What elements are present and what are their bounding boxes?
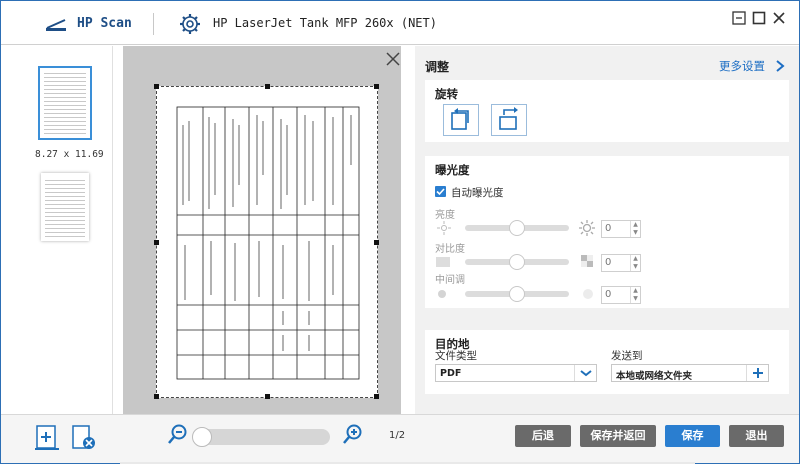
exposure-title: 曝光度 <box>435 163 470 177</box>
exposure-section: 曝光度 自动曝光度 亮度 0 ▲ ▼ 对比度 0 ▲ ▼ 中间调 0 ▲ ▼ <box>425 156 789 308</box>
contrast-low-icon <box>436 257 450 267</box>
send-to-label: 发送到 <box>611 350 643 362</box>
crop-handle[interactable] <box>374 84 379 89</box>
contrast-value: 0 <box>605 257 612 268</box>
contrast-slider-knob[interactable] <box>509 254 525 270</box>
auto-exposure-checkbox[interactable] <box>435 186 446 197</box>
settings-panel: 调整 更多设置 旋转 曝光度 自动曝光度 亮度 0 ▲ ▼ 对比度 0 ▲ ▼ … <box>415 46 799 414</box>
send-to-select[interactable]: 本地或网络文件夹 <box>611 364 769 382</box>
contrast-label: 对比度 <box>435 244 465 255</box>
scanner-icon <box>46 19 66 31</box>
chevron-right-icon[interactable] <box>775 60 785 72</box>
midtone-value-input[interactable]: 0 ▲ ▼ <box>601 286 641 304</box>
page-size-label: 8.27 x 11.69 <box>35 149 104 160</box>
brightness-label: 亮度 <box>435 210 455 221</box>
file-type-label: 文件类型 <box>435 350 477 362</box>
midtone-dark-icon <box>438 290 446 298</box>
save-and-return-button[interactable]: 保存并返回 <box>580 425 656 447</box>
minimize-icon[interactable] <box>732 11 746 25</box>
zoom-out-icon[interactable] <box>167 423 189 445</box>
maximize-icon[interactable] <box>752 11 766 25</box>
file-type-value: PDF <box>440 368 462 379</box>
bottom-toolbar: 1/2 后退 保存并返回 保存 退出 <box>1 414 799 463</box>
rotate-title: 旋转 <box>435 87 458 101</box>
save-button[interactable]: 保存 <box>665 425 720 447</box>
midtone-value: 0 <box>605 289 612 300</box>
device-name: HP LaserJet Tank MFP 260x (NET) <box>213 16 437 30</box>
contrast-value-input[interactable]: 0 ▲ ▼ <box>601 254 641 272</box>
thumbnail-content <box>44 72 86 134</box>
page-thumbnail-2[interactable] <box>41 173 89 241</box>
app-name: HP Scan <box>77 16 132 31</box>
title-bar: HP Scan HP LaserJet Tank MFP 260x (NET) <box>1 1 799 45</box>
more-settings-link[interactable]: 更多设置 <box>719 58 765 74</box>
handwritten-table-image <box>176 106 360 380</box>
midtone-light-icon <box>583 289 593 299</box>
brightness-high-icon <box>579 220 595 236</box>
rotate-section: 旋转 <box>425 80 789 142</box>
rotate-left-button[interactable] <box>443 104 479 136</box>
back-button[interactable]: 后退 <box>515 425 571 447</box>
page-indicator: 1/2 <box>389 430 406 441</box>
thumbnail-content <box>45 177 85 237</box>
crop-handle[interactable] <box>374 240 379 245</box>
add-icon[interactable] <box>746 365 768 381</box>
crop-handle[interactable] <box>154 394 159 399</box>
spin-arrows-icon[interactable]: ▲ ▼ <box>630 221 640 237</box>
settings-title: 调整 <box>425 60 450 74</box>
thumbnail-panel: 8.27 x 11.69 <box>1 46 113 414</box>
crop-handle[interactable] <box>265 394 270 399</box>
file-type-select[interactable]: PDF <box>435 364 597 382</box>
title-divider <box>153 13 154 35</box>
exit-button[interactable]: 退出 <box>729 425 784 447</box>
contrast-high-icon <box>581 255 593 267</box>
midtone-label: 中间调 <box>435 275 465 286</box>
rotate-left-icon <box>451 108 469 130</box>
add-page-icon[interactable] <box>33 423 61 451</box>
rotate-right-icon <box>499 107 518 130</box>
crop-handle[interactable] <box>265 84 270 89</box>
brightness-value-input[interactable]: 0 ▲ ▼ <box>601 220 641 238</box>
crop-handle[interactable] <box>154 84 159 89</box>
scanned-page[interactable] <box>154 84 379 399</box>
zoom-in-icon[interactable] <box>342 423 364 445</box>
rotate-right-button[interactable] <box>491 104 527 136</box>
gear-icon[interactable] <box>179 13 201 35</box>
close-preview-icon[interactable] <box>385 51 401 67</box>
delete-page-icon[interactable] <box>69 423 97 451</box>
brightness-slider-knob[interactable] <box>509 220 525 236</box>
send-to-value: 本地或网络文件夹 <box>616 371 693 382</box>
chevron-down-icon[interactable] <box>574 365 596 381</box>
crop-handle[interactable] <box>154 240 159 245</box>
midtone-slider-knob[interactable] <box>509 286 525 302</box>
zoom-slider-knob[interactable] <box>192 427 212 447</box>
page-thumbnail-1[interactable] <box>38 66 92 140</box>
crop-handle[interactable] <box>374 394 379 399</box>
brightness-low-icon <box>437 221 451 235</box>
hp-scan-window: HP Scan HP LaserJet Tank MFP 260x (NET) <box>0 0 800 464</box>
auto-exposure-label: 自动曝光度 <box>451 187 504 199</box>
brightness-value: 0 <box>605 223 612 234</box>
close-icon[interactable] <box>772 11 786 25</box>
spin-arrows-icon[interactable]: ▲ ▼ <box>630 287 640 303</box>
destination-section: 目的地 文件类型 PDF 发送到 本地或网络文件夹 <box>425 330 789 394</box>
zoom-slider[interactable] <box>194 429 330 445</box>
spin-arrows-icon[interactable]: ▲ ▼ <box>630 255 640 271</box>
check-icon <box>436 188 445 196</box>
